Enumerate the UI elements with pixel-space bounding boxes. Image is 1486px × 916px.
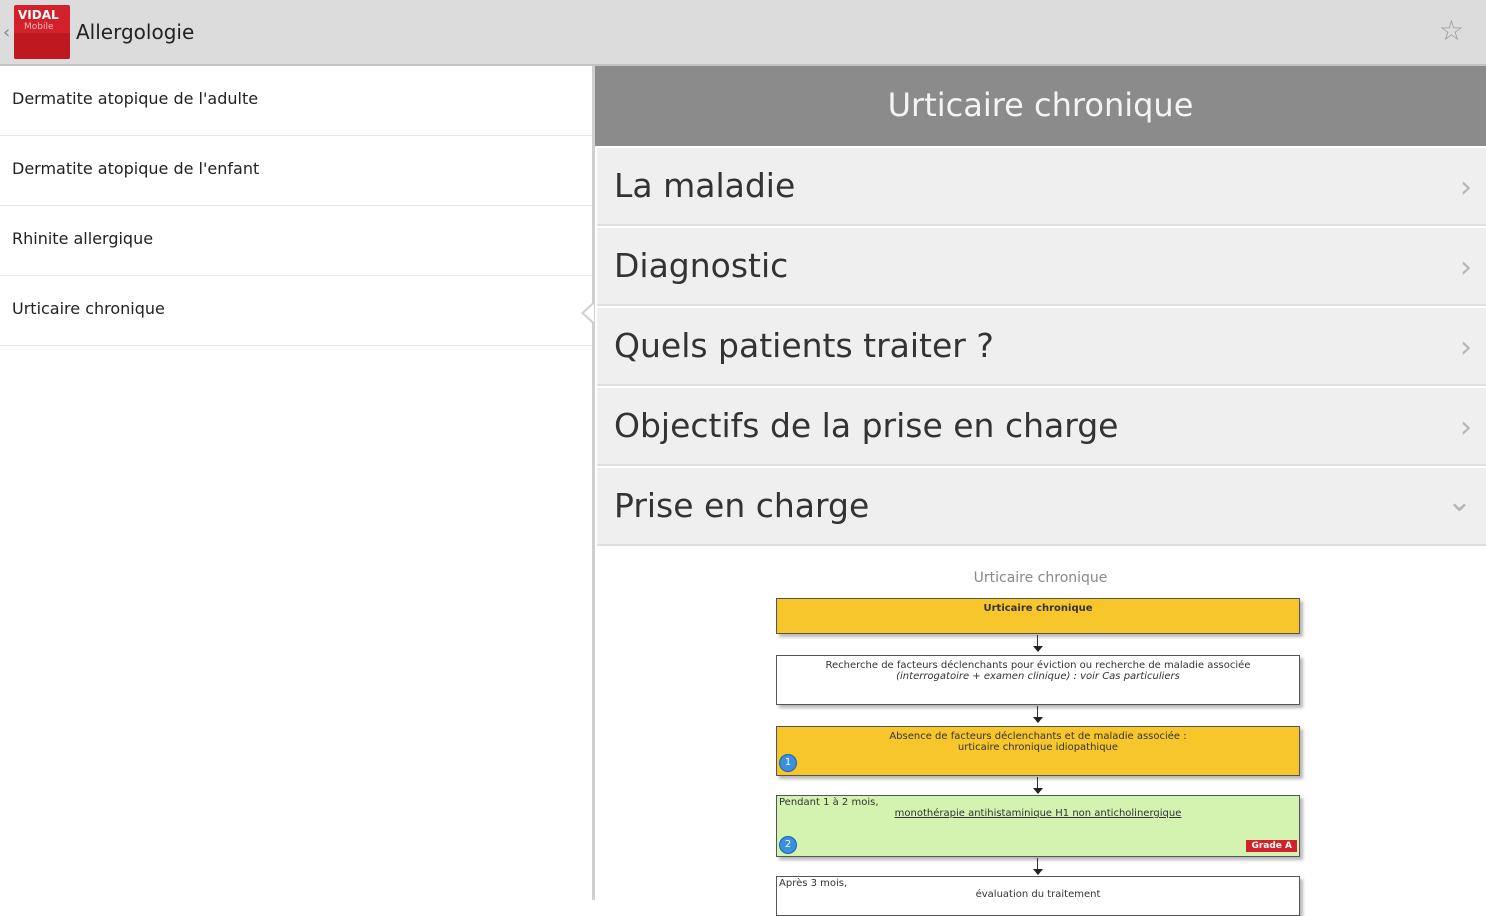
star-icon[interactable]: ☆	[1439, 14, 1464, 47]
list-item-urticaire[interactable]: Urticaire chronique	[0, 276, 592, 346]
list-item-label: Rhinite allergique	[12, 229, 154, 248]
flow-box-text: Après 3 mois,	[779, 878, 848, 889]
flow-box-text: monothérapie antihistaminique H1 non ant…	[894, 808, 1182, 819]
chevron-right-icon: ›	[1460, 330, 1472, 365]
logo-sub-text: Mobile	[24, 22, 54, 32]
chevron-right-icon: ›	[1460, 410, 1472, 445]
detail-header: Urticaire chronique	[595, 66, 1486, 146]
section-prise-en-charge[interactable]: Prise en charge ⌄	[597, 468, 1486, 546]
chevron-right-icon: ›	[1460, 250, 1472, 285]
section-quels-patients[interactable]: Quels patients traiter ? ›	[597, 308, 1486, 386]
flow-arrowhead	[1033, 869, 1043, 875]
flow-box-text: Recherche de facteurs déclenchants pour …	[825, 660, 1251, 671]
flowchart-title: Urticaire chronique	[973, 570, 1108, 586]
list-item-label: Urticaire chronique	[12, 299, 165, 318]
flow-box-monotherapie: Pendant 1 à 2 mois, monothérapie antihis…	[776, 795, 1300, 857]
logo-shade	[14, 33, 70, 59]
action-bar: ‹ VIDAL Mobile Allergologie ☆	[0, 0, 1486, 66]
list-item-rhinite[interactable]: Rhinite allergique	[0, 206, 592, 276]
section-objectifs[interactable]: Objectifs de la prise en charge ›	[597, 388, 1486, 466]
section-label: La maladie	[614, 166, 796, 205]
topic-list: Dermatite atopique de l'adulte Dermatite…	[0, 66, 592, 900]
app-title: Allergologie	[76, 20, 195, 44]
flow-arrowhead	[1033, 646, 1043, 652]
chevron-down-icon: ⌄	[1446, 484, 1472, 519]
flow-box-recherche: Recherche de facteurs déclenchants pour …	[776, 655, 1300, 705]
flow-box-text: (interrogatoire + examen clinique) : voi…	[896, 671, 1180, 682]
flow-box-text: urticaire chronique idiopathique	[957, 742, 1119, 753]
flow-arrowhead	[1033, 717, 1043, 723]
flow-box-text: Pendant 1 à 2 mois,	[779, 797, 879, 808]
section-label: Diagnostic	[614, 246, 789, 285]
list-item-dermatite-adulte[interactable]: Dermatite atopique de l'adulte	[0, 66, 592, 136]
list-item-label: Dermatite atopique de l'adulte	[12, 89, 259, 108]
flow-box-urticaire: Urticaire chronique	[776, 598, 1300, 634]
list-item-label: Dermatite atopique de l'enfant	[12, 159, 260, 178]
flow-box-text: Absence de facteurs déclenchants et de m…	[889, 731, 1187, 742]
detail-title: Urticaire chronique	[887, 86, 1194, 124]
section-label: Prise en charge	[614, 486, 870, 525]
back-icon[interactable]: ‹	[3, 22, 10, 43]
flow-box-text: évaluation du traitement	[975, 889, 1101, 900]
flow-box-text: Urticaire chronique	[983, 603, 1093, 614]
chevron-right-icon: ›	[1460, 170, 1472, 205]
step-number-badge: 1	[779, 754, 797, 772]
selection-pointer-inner	[584, 304, 594, 322]
list-item-dermatite-enfant[interactable]: Dermatite atopique de l'enfant	[0, 136, 592, 206]
flow-arrowhead	[1033, 788, 1043, 794]
step-number-badge: 2	[779, 836, 797, 854]
grade-a-badge[interactable]: Grade A	[1246, 840, 1297, 852]
flow-box-absence: Absence de facteurs déclenchants et de m…	[776, 726, 1300, 776]
section-label: Quels patients traiter ?	[614, 326, 994, 365]
flow-box-apres-3-mois: Après 3 mois, évaluation du traitement	[776, 876, 1300, 916]
section-label: Objectifs de la prise en charge	[614, 406, 1119, 445]
detail-pane: Urticaire chronique La maladie › Diagnos…	[595, 66, 1486, 916]
section-la-maladie[interactable]: La maladie ›	[597, 148, 1486, 226]
section-diagnostic[interactable]: Diagnostic ›	[597, 228, 1486, 306]
vidal-logo[interactable]: VIDAL Mobile	[14, 5, 70, 59]
logo-brand-text: VIDAL	[18, 8, 59, 22]
